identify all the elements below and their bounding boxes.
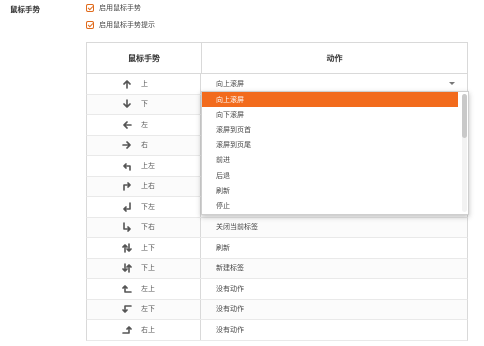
action-value: 向上滚屏: [216, 79, 244, 88]
chevron-down-icon[interactable]: [449, 82, 455, 85]
arrow-right-up-icon: [121, 324, 133, 336]
arrow-up-left-icon: [121, 160, 133, 172]
arrow-left-up-icon: [121, 283, 133, 295]
table-row: 上下 刷新: [86, 238, 468, 259]
arrow-down-left-icon: [121, 201, 133, 213]
action-value: 没有动作: [216, 305, 244, 314]
dropdown-option[interactable]: 前进: [202, 153, 458, 168]
arrow-up-icon: [121, 78, 133, 90]
gesture-label: 左: [141, 120, 148, 129]
gesture-cell: 右上: [87, 320, 201, 340]
action-select[interactable]: 没有动作: [201, 300, 467, 320]
gesture-cell: 下右: [87, 217, 201, 237]
action-dropdown-list[interactable]: 向上滚屏 向下滚屏 滚屏到页首 滚屏到页尾 前进 后退 刷新 停止: [201, 91, 469, 215]
gesture-label: 下上: [141, 264, 155, 273]
arrow-left-down-icon: [121, 303, 133, 315]
table-row: 下右 关闭当前标签: [86, 217, 468, 238]
dropdown-option[interactable]: 向上滚屏: [202, 92, 458, 108]
dropdown-option[interactable]: 刷新: [202, 183, 458, 198]
arrow-down-up-icon: [121, 262, 133, 274]
arrow-down-right-icon: [121, 221, 133, 233]
arrow-up-right-icon: [121, 180, 133, 192]
gesture-label: 下: [141, 100, 148, 109]
table-row: 左下 没有动作: [86, 299, 468, 320]
arrow-down-icon: [121, 98, 133, 110]
enable-gesture-hint-label: 启用鼠标手势提示: [99, 21, 155, 29]
action-value: 刷新: [216, 243, 230, 252]
section-label: 鼠标手势: [10, 5, 40, 14]
action-value: 没有动作: [216, 284, 244, 293]
gesture-cell: 下: [87, 94, 201, 114]
gesture-label: 上右: [141, 182, 155, 191]
action-value: 没有动作: [216, 325, 244, 334]
gesture-cell: 上: [87, 74, 201, 94]
dropdown-option[interactable]: 停止: [202, 198, 458, 213]
table-row: 右上 没有动作: [86, 320, 468, 341]
arrow-right-icon: [121, 139, 133, 151]
dropdown-scrollbar[interactable]: [462, 94, 467, 212]
gesture-label: 左下: [141, 305, 155, 314]
enable-gesture-label: 启用鼠标手势: [99, 4, 141, 12]
action-select[interactable]: 刷新: [201, 238, 467, 258]
action-select[interactable]: 新建标签: [201, 259, 467, 279]
gesture-cell: 上下: [87, 238, 201, 258]
gesture-label: 左上: [141, 284, 155, 293]
checkbox-checked-icon[interactable]: [86, 4, 94, 12]
gesture-cell: 左下: [87, 299, 201, 319]
gesture-label: 上下: [141, 243, 155, 252]
dropdown-option[interactable]: 滚屏到页尾: [202, 138, 458, 153]
action-value: 关闭当前标签: [216, 223, 258, 232]
action-select[interactable]: 关闭当前标签: [201, 218, 467, 238]
dropdown-scrollbar-thumb[interactable]: [462, 94, 467, 138]
gesture-label: 下左: [141, 202, 155, 211]
gesture-cell: 上右: [87, 176, 201, 196]
arrow-left-icon: [121, 119, 133, 131]
gesture-cell: 左上: [87, 279, 201, 299]
action-value: 新建标签: [216, 264, 244, 273]
gesture-label: 下右: [141, 223, 155, 232]
gesture-label: 右上: [141, 325, 155, 334]
dropdown-option[interactable]: 向下滚屏: [202, 107, 458, 122]
arrow-up-down-icon: [121, 242, 133, 254]
table-row: 左上 没有动作: [86, 279, 468, 300]
action-select[interactable]: 没有动作: [201, 279, 467, 299]
gesture-cell: 上左: [87, 156, 201, 176]
enable-gesture-hint-checkbox[interactable]: 启用鼠标手势提示: [86, 19, 155, 31]
gesture-label: 右: [141, 141, 148, 150]
dropdown-option[interactable]: 滚屏到页首: [202, 122, 458, 137]
gesture-cell: 右: [87, 135, 201, 155]
dropdown-option[interactable]: 后退: [202, 168, 458, 183]
action-select[interactable]: 没有动作: [201, 320, 467, 340]
gesture-cell: 左: [87, 115, 201, 135]
header-action: 动作: [326, 53, 343, 63]
enable-gesture-checkbox[interactable]: 启用鼠标手势: [86, 2, 141, 14]
gesture-label: 上左: [141, 161, 155, 170]
gesture-cell: 下上: [87, 258, 201, 278]
gesture-label: 上: [141, 79, 148, 88]
gesture-cell: 下左: [87, 197, 201, 217]
table-header: 鼠标手势 动作: [86, 43, 468, 74]
table-row: 下上 新建标签: [86, 258, 468, 279]
header-gesture: 鼠标手势: [87, 43, 202, 73]
checkbox-checked-icon[interactable]: [86, 21, 94, 29]
